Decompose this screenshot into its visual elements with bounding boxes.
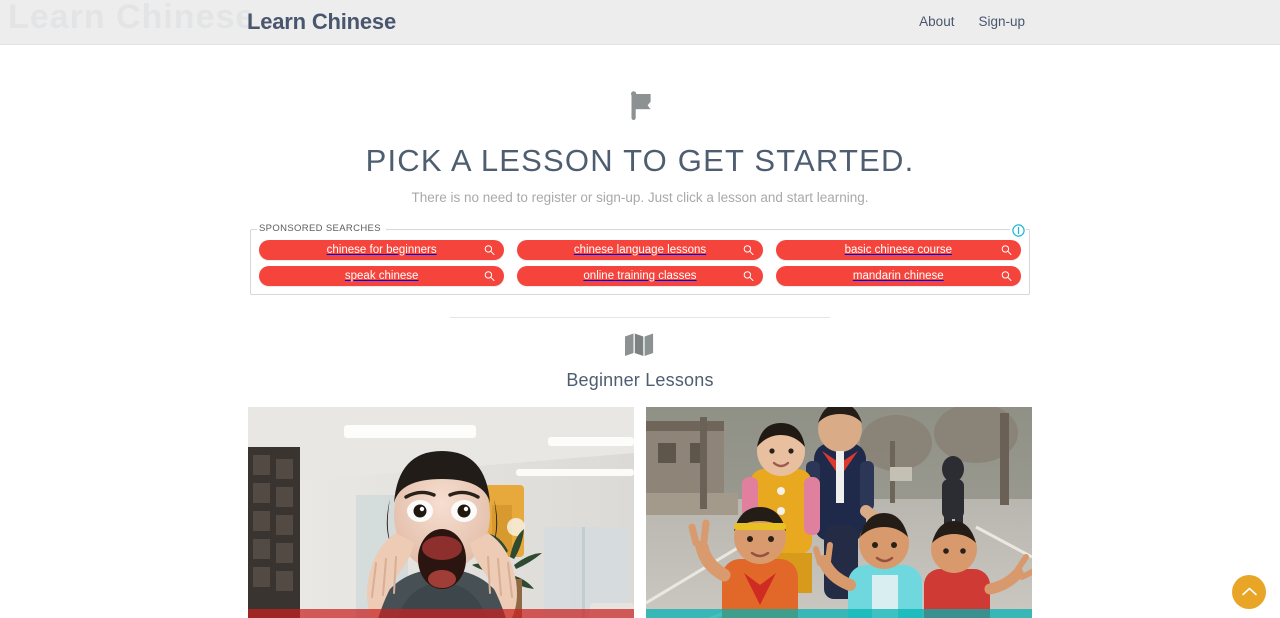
page-title: PICK A LESSON TO GET STARTED. xyxy=(365,143,915,178)
sponsored-chip-speak-chinese[interactable]: speak chinese xyxy=(259,266,505,286)
sponsored-searches-section: SPONSORED SEARCHES chinese for beginners… xyxy=(250,222,1030,295)
lesson-card-one[interactable]: Lesson One xyxy=(248,407,634,618)
map-icon xyxy=(0,332,1280,363)
lesson-one-photo xyxy=(248,407,634,618)
nav-item-sign-up[interactable]: Sign-up xyxy=(978,13,1025,31)
lesson-two-photo xyxy=(646,407,1032,618)
search-icon xyxy=(1001,245,1012,256)
sponsored-chip-label: online training classes xyxy=(583,270,697,282)
search-icon xyxy=(484,245,495,256)
search-icon xyxy=(743,245,754,256)
lesson-one-caption: Lesson One xyxy=(248,609,634,618)
sponsored-chip-online-training-classes[interactable]: online training classes xyxy=(517,266,763,286)
flag-icon xyxy=(0,78,1280,129)
hero-subtitle: There is no need to register or sign-up.… xyxy=(411,190,869,205)
sponsored-chip-mandarin-chinese[interactable]: mandarin chinese xyxy=(775,266,1021,286)
lessons-header: Beginner Lessons xyxy=(0,332,1280,391)
header-watermark: Learn Chinese xyxy=(8,0,256,36)
search-icon xyxy=(743,271,754,282)
info-icon[interactable] xyxy=(1010,222,1026,238)
lesson-cards: Lesson One xyxy=(248,407,1032,618)
sponsored-chip-chinese-for-beginners[interactable]: chinese for beginners xyxy=(259,240,505,260)
site-header: Learn Chinese Learn Chinese About Sign-u… xyxy=(0,0,1280,45)
section-divider xyxy=(450,317,830,318)
site-logo[interactable]: Learn Chinese xyxy=(247,9,396,35)
chevron-up-icon xyxy=(1241,585,1258,600)
sponsored-searches-label: SPONSORED SEARCHES xyxy=(257,223,386,235)
sponsored-chip-label: basic chinese course xyxy=(844,244,953,256)
nav-item-about[interactable]: About xyxy=(919,13,954,31)
scroll-to-top-button[interactable] xyxy=(1232,575,1266,609)
search-icon xyxy=(1001,271,1012,282)
sponsored-chip-chinese-language-lessons[interactable]: chinese language lessons xyxy=(517,240,763,260)
main-navigation: About Sign-up xyxy=(919,13,1025,31)
lessons-section-title: Beginner Lessons xyxy=(566,370,714,390)
sponsored-chip-label: mandarin chinese xyxy=(852,270,944,282)
sponsored-searches-grid: chinese for beginners chinese language l… xyxy=(259,240,1021,286)
hero-section: PICK A LESSON TO GET STARTED. There is n… xyxy=(0,45,1280,207)
sponsored-chip-label: chinese for beginners xyxy=(326,244,437,256)
sponsored-searches-box: SPONSORED SEARCHES chinese for beginners… xyxy=(250,222,1030,295)
sponsored-chip-label: speak chinese xyxy=(344,270,419,282)
lesson-two-caption: Lesson Two xyxy=(646,609,1032,618)
sponsored-chip-label: chinese language lessons xyxy=(573,244,707,256)
sponsored-chip-basic-chinese-course[interactable]: basic chinese course xyxy=(775,240,1021,260)
search-icon xyxy=(484,271,495,282)
lesson-card-two[interactable]: Lesson Two xyxy=(646,407,1032,618)
